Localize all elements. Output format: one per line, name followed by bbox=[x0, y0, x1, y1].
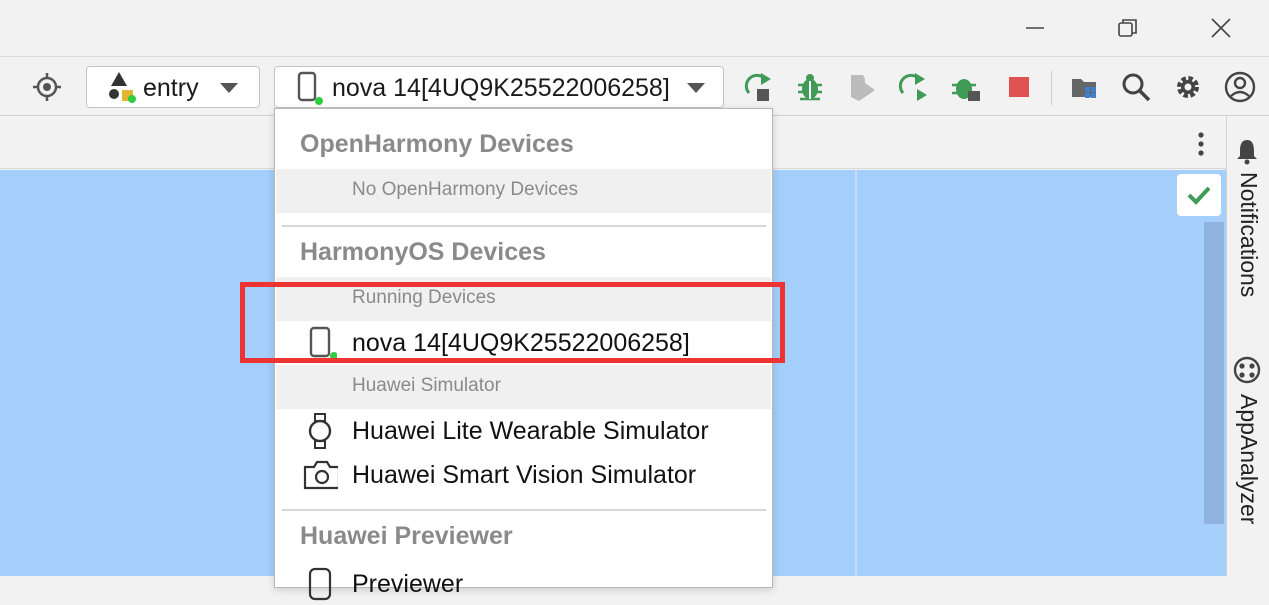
close-icon bbox=[1211, 18, 1231, 38]
simulator-item-smart-vision[interactable]: Huawei Smart Vision Simulator bbox=[276, 453, 771, 497]
simulator-label: Huawei Simulator bbox=[352, 375, 501, 396]
scrollbar[interactable] bbox=[1204, 222, 1224, 524]
bug-icon bbox=[798, 74, 822, 101]
bell-icon bbox=[1237, 140, 1257, 165]
simulator-item-label: Huawei Lite Wearable Simulator bbox=[352, 416, 709, 445]
close-button[interactable] bbox=[1203, 10, 1239, 46]
attach-debugger-icon bbox=[851, 75, 875, 101]
bug-apply-icon bbox=[952, 79, 980, 101]
highlight-box bbox=[240, 282, 785, 363]
title-bar bbox=[0, 0, 1269, 56]
stop-icon bbox=[1009, 77, 1029, 97]
device-frame-icon bbox=[302, 565, 338, 601]
apply-changes-icon bbox=[898, 73, 927, 101]
device-label: nova 14[4UQ9K25522006258] bbox=[332, 74, 670, 102]
previewer-item[interactable]: Previewer bbox=[276, 561, 771, 605]
simulator-item-wearable[interactable]: Huawei Lite Wearable Simulator bbox=[276, 409, 771, 453]
restore-button[interactable] bbox=[1110, 10, 1146, 46]
toolbar-separator bbox=[1051, 71, 1052, 105]
right-tool-window-bar: Notifications AppAnalyzer bbox=[1226, 117, 1269, 576]
target-icon bbox=[33, 73, 61, 101]
inspection-status-button[interactable] bbox=[1177, 174, 1221, 216]
locate-button[interactable] bbox=[29, 69, 65, 105]
device-selector[interactable]: nova 14[4UQ9K25522006258] bbox=[274, 66, 724, 108]
openharmony-empty-label: No OpenHarmony Devices bbox=[352, 179, 578, 200]
attach-debugger-button[interactable] bbox=[843, 69, 879, 105]
account-button[interactable] bbox=[1222, 69, 1258, 105]
menu-separator bbox=[282, 225, 766, 227]
debug-apply-button[interactable] bbox=[948, 69, 984, 105]
module-selector[interactable]: entry bbox=[86, 66, 260, 108]
notifications-tab[interactable]: Notifications bbox=[1235, 172, 1262, 297]
search-icon bbox=[1122, 73, 1151, 102]
simulator-item-label: Huawei Smart Vision Simulator bbox=[352, 460, 697, 489]
module-icon bbox=[109, 72, 136, 103]
appanalyzer-tab[interactable]: AppAnalyzer bbox=[1235, 394, 1262, 524]
check-icon bbox=[1187, 186, 1211, 205]
previewer-header: Huawei Previewer bbox=[300, 522, 513, 550]
debug-button[interactable] bbox=[792, 69, 828, 105]
previewer-item-label: Previewer bbox=[352, 570, 464, 598]
chevron-down-icon bbox=[220, 83, 238, 93]
rerun-icon bbox=[744, 73, 771, 101]
openharmony-header: OpenHarmony Devices bbox=[300, 130, 574, 158]
watch-icon bbox=[302, 413, 338, 449]
menu-separator bbox=[282, 509, 766, 511]
run-button[interactable] bbox=[741, 69, 777, 105]
minimize-button[interactable] bbox=[1017, 10, 1053, 46]
search-button[interactable] bbox=[1118, 69, 1154, 105]
settings-button[interactable] bbox=[1170, 69, 1206, 105]
chevron-down-icon bbox=[687, 83, 705, 93]
restore-icon bbox=[1118, 19, 1137, 37]
gear-icon bbox=[1177, 76, 1199, 98]
apply-changes-button[interactable] bbox=[895, 69, 931, 105]
canvas-divider bbox=[855, 170, 857, 576]
phone-icon bbox=[297, 71, 323, 105]
minimize-icon bbox=[1026, 27, 1044, 29]
harmonyos-header: HarmonyOS Devices bbox=[300, 238, 546, 266]
main-toolbar: entry nova 14[4UQ9K25522006258] bbox=[0, 56, 1269, 116]
project-structure-button[interactable] bbox=[1067, 69, 1103, 105]
user-icon bbox=[1224, 71, 1256, 103]
openharmony-empty-row: No OpenHarmony Devices bbox=[276, 169, 771, 213]
analyzer-icon bbox=[1233, 356, 1261, 384]
simulator-row: Huawei Simulator bbox=[276, 365, 771, 409]
stop-button[interactable] bbox=[1001, 69, 1037, 105]
camera-icon bbox=[302, 457, 338, 493]
more-vertical-icon bbox=[1198, 132, 1204, 156]
module-label: entry bbox=[143, 74, 199, 102]
more-options-button[interactable] bbox=[1189, 127, 1213, 161]
folder-grid-icon bbox=[1072, 79, 1096, 98]
